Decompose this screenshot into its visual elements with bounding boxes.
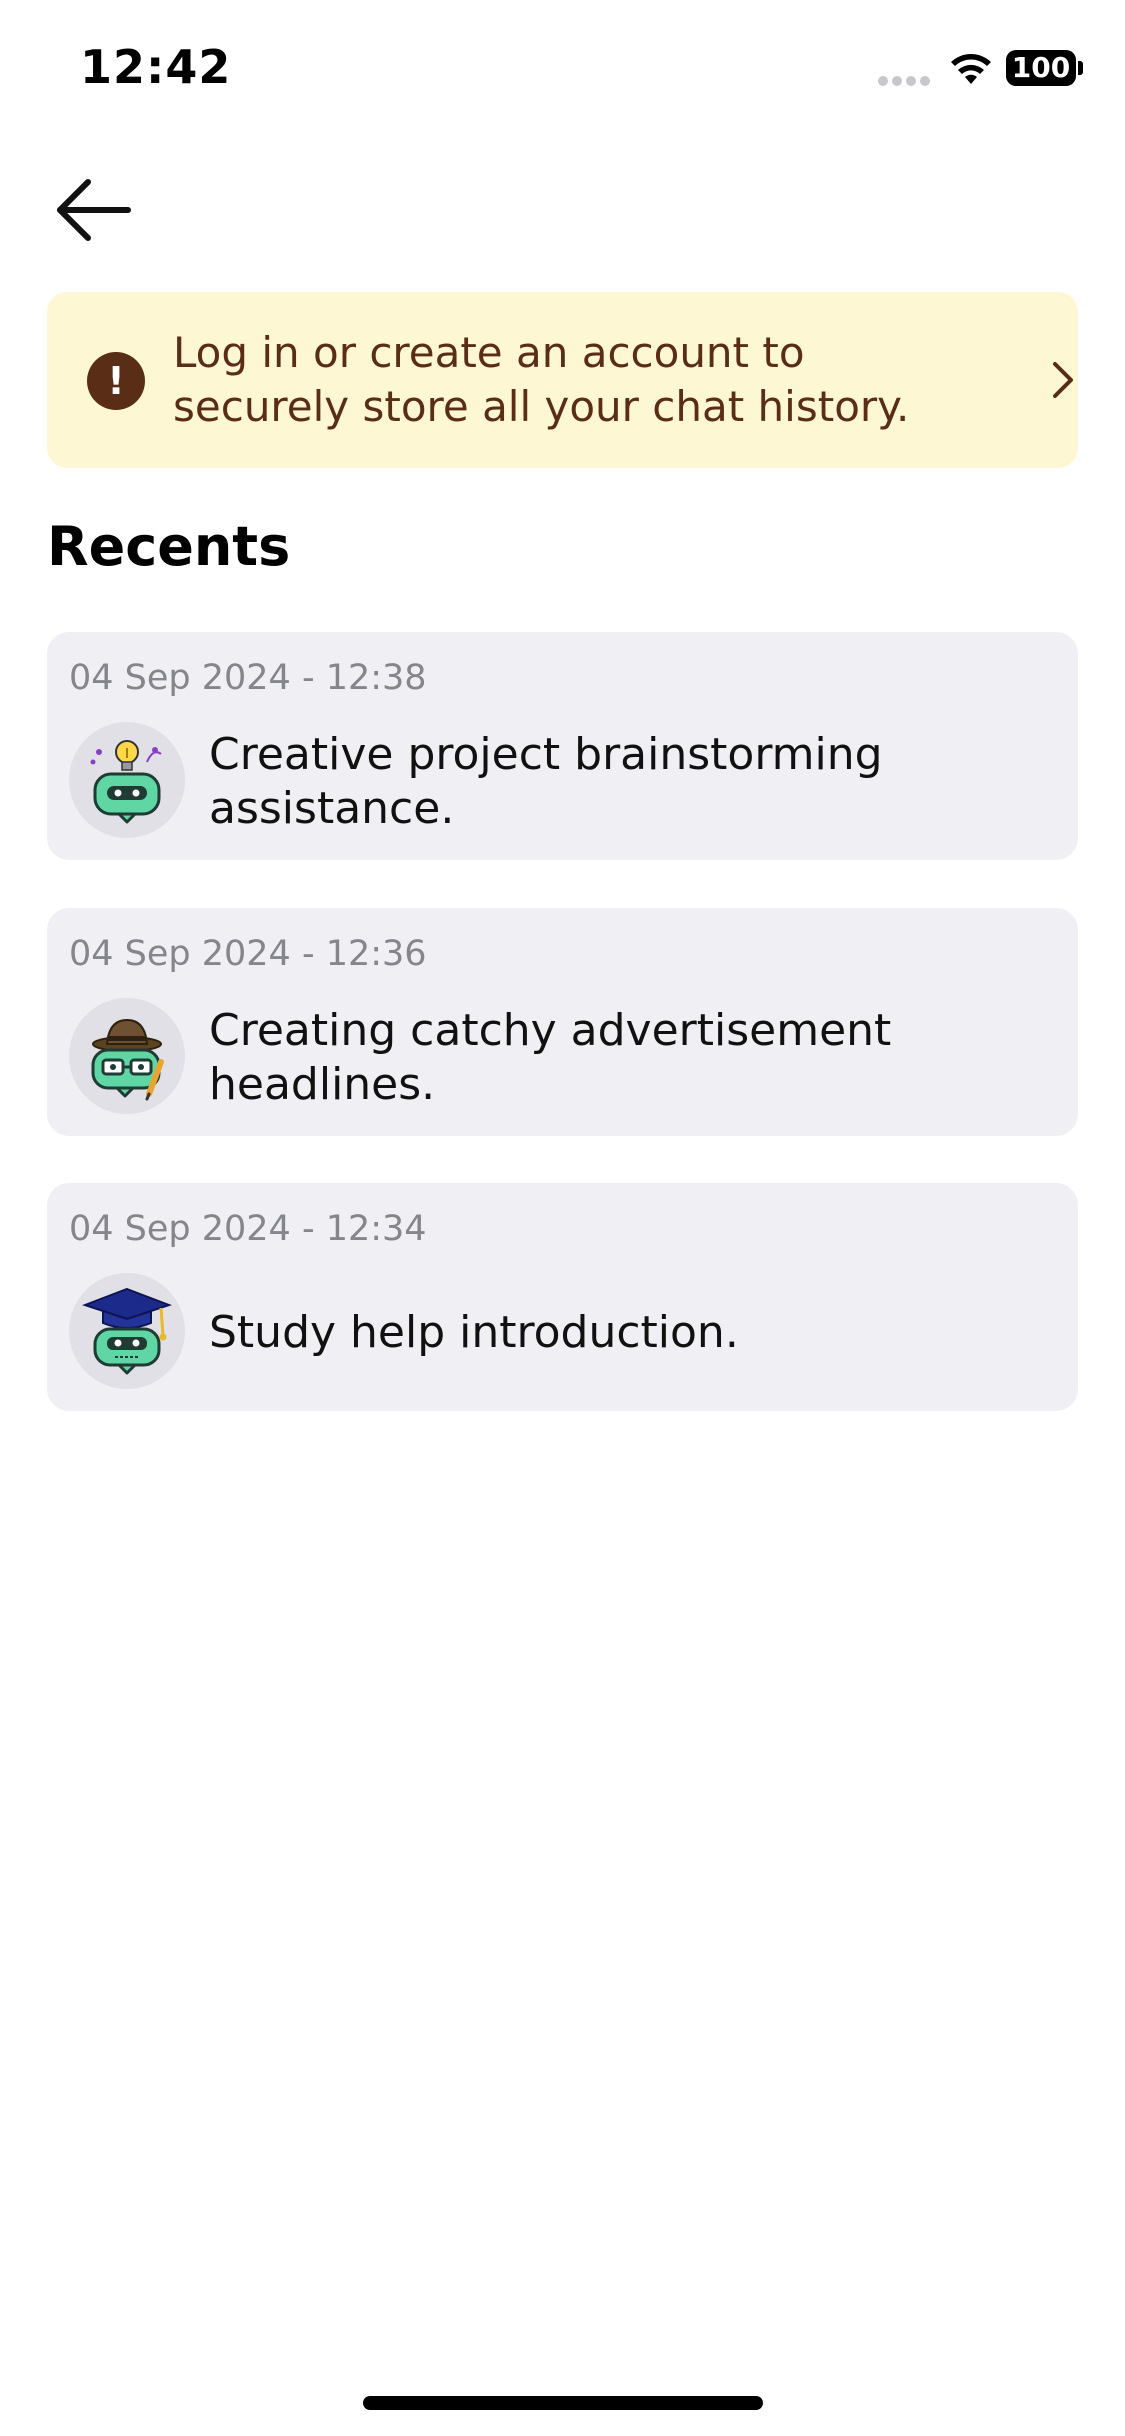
banner-text: Log in or create an account to securely … bbox=[173, 328, 910, 431]
chat-title: Creative project brainstorming assistanc… bbox=[209, 729, 883, 834]
arrow-left-icon bbox=[57, 179, 131, 241]
battery-icon: 100 bbox=[1006, 50, 1076, 86]
robot-graduate-icon bbox=[69, 1273, 185, 1389]
status-time: 12:42 bbox=[80, 40, 232, 94]
robot-detective-icon bbox=[69, 998, 185, 1114]
chat-date: 04 Sep 2024 - 12:36 bbox=[69, 934, 427, 974]
wifi-icon bbox=[951, 54, 991, 84]
chevron-right-icon bbox=[1053, 362, 1073, 398]
exclamation-circle-icon: ! bbox=[87, 352, 145, 410]
login-banner[interactable]: ! Log in or create an account to securel… bbox=[47, 292, 1078, 468]
signal-icon bbox=[878, 76, 934, 86]
chat-history-item[interactable]: 04 Sep 2024 - 12:34 Study help introduct… bbox=[47, 1183, 1078, 1411]
chat-date: 04 Sep 2024 - 12:34 bbox=[69, 1209, 427, 1249]
recents-heading: Recents bbox=[47, 515, 291, 578]
chat-history-item[interactable]: 04 Sep 2024 - 12:38 Creative project bra… bbox=[47, 632, 1078, 860]
back-button[interactable] bbox=[50, 170, 140, 250]
status-bar: 12:42 100 bbox=[0, 0, 1125, 140]
home-indicator[interactable] bbox=[363, 2396, 763, 2410]
chat-title: Study help introduction. bbox=[209, 1307, 739, 1358]
chat-date: 04 Sep 2024 - 12:38 bbox=[69, 658, 427, 698]
battery-cap bbox=[1078, 61, 1083, 75]
chat-title: Creating catchy advertisement headlines. bbox=[209, 1005, 892, 1110]
robot-lightbulb-icon bbox=[69, 722, 185, 838]
chat-history-item[interactable]: 04 Sep 2024 - 12:36 Creating catchy adve… bbox=[47, 908, 1078, 1136]
